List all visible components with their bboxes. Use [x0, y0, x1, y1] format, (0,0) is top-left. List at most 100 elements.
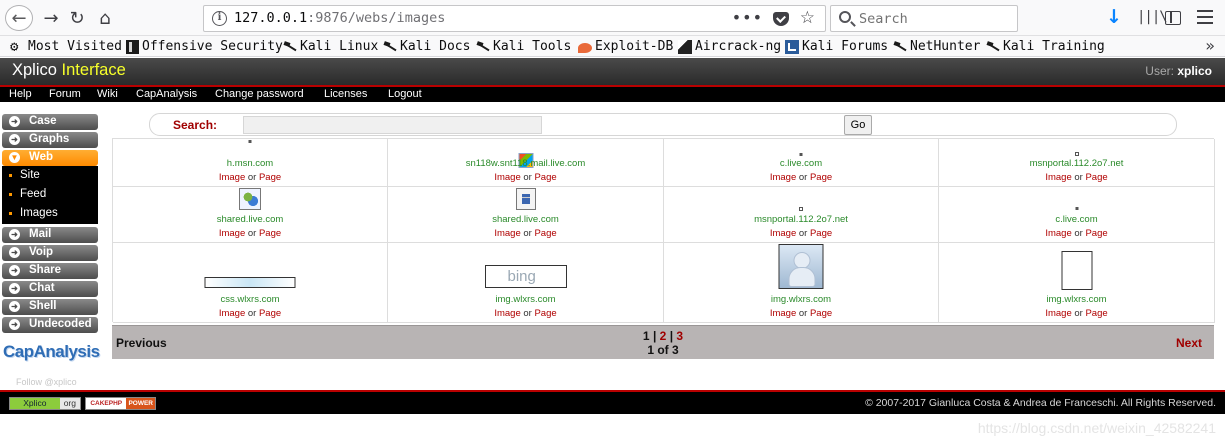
bullet-icon — [9, 212, 12, 215]
page-link[interactable]: Page — [810, 228, 832, 239]
image-link[interactable]: Image — [770, 172, 796, 183]
url-text[interactable]: 127.0.0.1:9876/webs/images — [234, 10, 445, 26]
download-icon[interactable]: ↓ — [1106, 6, 1122, 28]
nav-wiki[interactable]: Wiki — [97, 88, 118, 100]
bookmark-kali-tools[interactable]: Kali Tools — [476, 38, 571, 55]
xplico-org-badge[interactable]: Xplico org — [9, 397, 81, 410]
url-bar[interactable]: i 127.0.0.1:9876/webs/images ••• ☆ — [203, 5, 826, 32]
image-link[interactable]: Image — [1045, 228, 1071, 239]
bookmark-star-icon[interactable]: ☆ — [800, 8, 815, 28]
nav-change-password[interactable]: Change password — [215, 88, 304, 100]
menu-mail[interactable]: ➜ Mail — [2, 227, 98, 243]
image-host: msnportal.112.2o7.net — [1029, 158, 1124, 169]
bookmark-most-visited[interactable]: ⚙ Most Visited — [10, 38, 122, 55]
image-link[interactable]: Image — [1045, 308, 1071, 319]
submenu-images[interactable]: Images — [2, 204, 98, 223]
next-link[interactable]: Next — [1176, 336, 1202, 350]
nav-licenses[interactable]: Licenses — [324, 88, 367, 100]
bookmark-kali-linux[interactable]: Kali Linux — [283, 38, 378, 55]
page-link[interactable]: Page — [534, 228, 556, 239]
nav-help[interactable]: Help — [9, 88, 32, 100]
bookmark-aircrack-ng[interactable]: Aircrack-ng — [678, 38, 781, 55]
image-host: msnportal.112.2o7.net — [754, 214, 848, 225]
sidebar-icon[interactable] — [1165, 11, 1181, 25]
bookmark-offensive-security[interactable]: Offensive Security — [126, 38, 283, 55]
image-link[interactable]: Image — [219, 308, 245, 319]
menu-share[interactable]: ➜ Share — [2, 263, 98, 279]
or-text: or — [247, 308, 257, 319]
page-link[interactable]: Page — [810, 308, 832, 319]
tiny-box-thumbnail[interactable] — [1074, 152, 1079, 156]
image-link[interactable]: Image — [1045, 172, 1071, 183]
document-icon-thumbnail[interactable] — [515, 188, 536, 210]
bookmark-kali-docs[interactable]: Kali Docs — [383, 38, 470, 55]
page-2-link[interactable]: 2 — [660, 329, 667, 343]
image-host: img.wlxrs.com — [770, 294, 832, 305]
page-link[interactable]: Page — [259, 172, 281, 183]
bookmark-nethunter[interactable]: NetHunter — [893, 38, 980, 55]
submenu-site[interactable]: Site — [2, 166, 98, 185]
menu-shell[interactable]: ➜ Shell — [2, 299, 98, 315]
arrow-right-icon: ➜ — [9, 319, 20, 330]
menu-undecoded[interactable]: ➜ Undecoded — [2, 317, 98, 333]
page-link[interactable]: Page — [1085, 172, 1107, 183]
home-button[interactable]: ⌂ — [92, 5, 118, 31]
page-link[interactable]: Page — [810, 172, 832, 183]
search-input[interactable] — [243, 116, 542, 134]
page-link[interactable]: Page — [259, 228, 281, 239]
library-icon[interactable]: |||\ — [1137, 6, 1168, 28]
bing-logo-thumbnail[interactable]: bing — [484, 265, 567, 288]
forward-button[interactable]: → — [38, 5, 64, 31]
tiny-dot-thumbnail[interactable] — [248, 140, 252, 143]
banner-thumbnail[interactable] — [204, 277, 296, 288]
nav-capanalysis[interactable]: CapAnalysis — [136, 88, 197, 100]
menu-web[interactable]: ▼ Web — [2, 150, 98, 166]
bookmark-kali-forums[interactable]: Kali Forums — [785, 38, 888, 55]
bookmark-exploit-db[interactable]: Exploit-DB — [578, 38, 673, 55]
pocket-icon[interactable] — [773, 12, 789, 26]
cakephp-power-badge[interactable]: CAKEPHP POWER — [85, 397, 156, 410]
menu-voip[interactable]: ➜ Voip — [2, 245, 98, 261]
browser-search-input[interactable]: Search — [830, 5, 1018, 32]
tiny-dot-thumbnail[interactable] — [799, 153, 803, 156]
image-links: Image or Page — [388, 228, 663, 239]
back-button[interactable]: ← — [5, 5, 33, 31]
more-bookmarks-icon[interactable]: » — [1205, 36, 1215, 55]
nav-forum[interactable]: Forum — [49, 88, 81, 100]
capanalysis-logo[interactable]: CapAnalysis — [3, 342, 100, 362]
blank-page-thumbnail[interactable] — [1061, 251, 1092, 290]
image-link[interactable]: Image — [494, 308, 520, 319]
go-button[interactable]: Go — [844, 115, 872, 135]
search-panel: Search: Go — [149, 113, 1177, 136]
image-link[interactable]: Image — [494, 172, 520, 183]
menu-graphs[interactable]: ➜ Graphs — [2, 132, 98, 148]
arrow-right-icon: ➜ — [9, 247, 20, 258]
hamburger-menu-icon[interactable] — [1197, 10, 1213, 24]
image-link[interactable]: Image — [770, 228, 796, 239]
site-info-icon[interactable]: i — [212, 11, 227, 26]
image-links: Image or Page — [664, 308, 938, 319]
page-link[interactable]: Page — [534, 172, 556, 183]
nav-logout[interactable]: Logout — [388, 88, 422, 100]
page-link[interactable]: Page — [534, 308, 556, 319]
tiny-dot-thumbnail[interactable] — [1075, 207, 1078, 210]
submenu-feed[interactable]: Feed — [2, 185, 98, 204]
page-link[interactable]: Page — [259, 308, 281, 319]
reload-button[interactable]: ↻ — [64, 5, 90, 31]
menu-case[interactable]: ➜ Case — [2, 114, 98, 130]
follow-link[interactable]: Follow @xplico — [16, 377, 77, 387]
page-3-link[interactable]: 3 — [676, 329, 683, 343]
page-link[interactable]: Page — [1085, 308, 1107, 319]
footer: Xplico org CAKEPHP POWER © 2007-2017 Gia… — [0, 390, 1225, 414]
image-link[interactable]: Image — [770, 308, 796, 319]
image-link[interactable]: Image — [219, 228, 245, 239]
avatar-thumbnail[interactable] — [778, 244, 824, 289]
image-link[interactable]: Image — [219, 172, 245, 183]
menu-chat[interactable]: ➜ Chat — [2, 281, 98, 297]
tiny-box-thumbnail[interactable] — [799, 207, 803, 211]
page-link[interactable]: Page — [1085, 228, 1107, 239]
page-actions-icon[interactable]: ••• — [732, 8, 763, 27]
bookmark-kali-training[interactable]: Kali Training — [986, 38, 1105, 55]
people-icon-thumbnail[interactable] — [239, 188, 261, 210]
image-link[interactable]: Image — [494, 228, 520, 239]
